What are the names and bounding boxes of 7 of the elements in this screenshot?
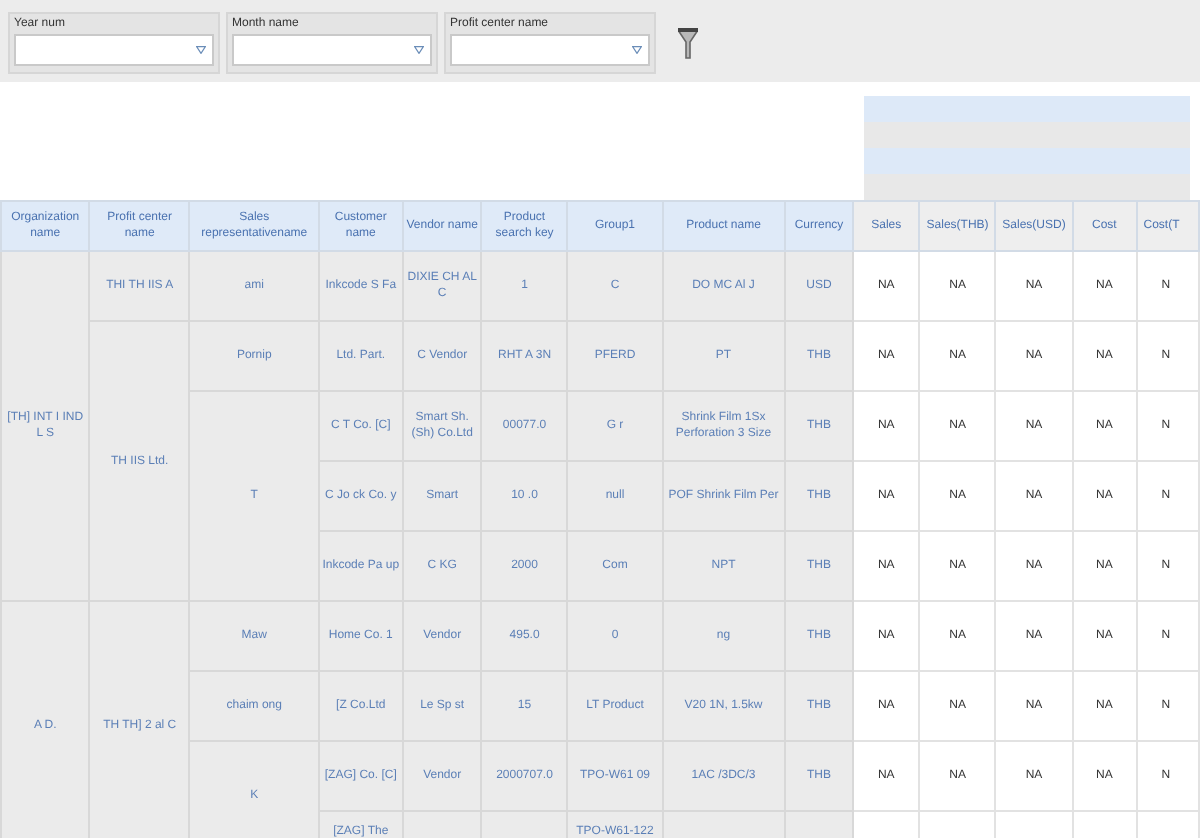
dropdown-field[interactable] (450, 34, 650, 66)
dropdown-caret-icon (196, 46, 206, 54)
dropdown-field[interactable] (232, 34, 432, 66)
dropdown-caret-icon (632, 46, 642, 54)
dropdown-caret-icon (414, 46, 424, 54)
filter-icon[interactable] (678, 28, 698, 60)
dropdown-field[interactable] (14, 34, 214, 66)
